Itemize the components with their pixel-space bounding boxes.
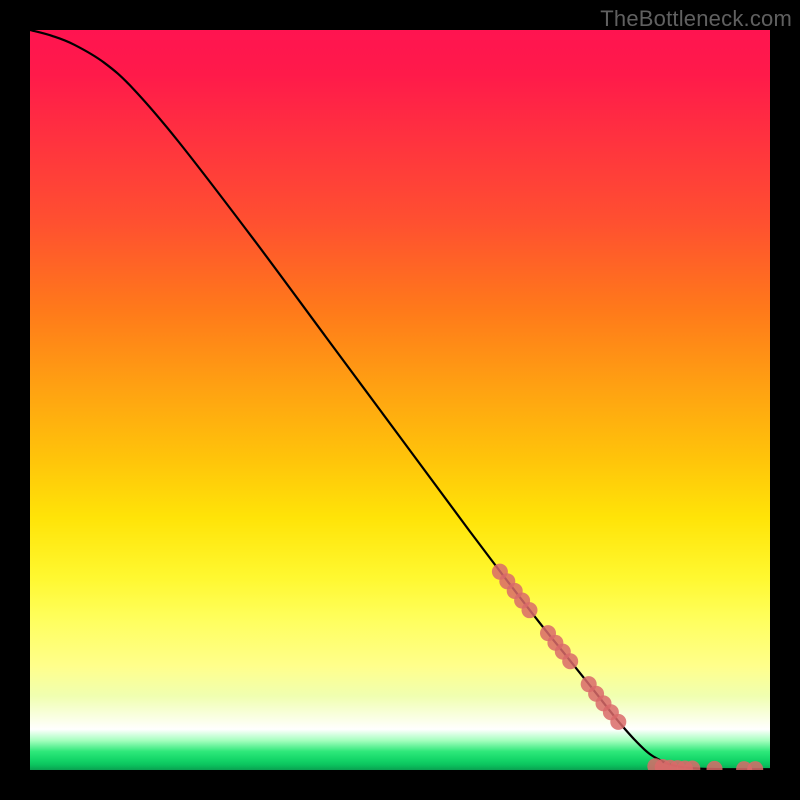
bottleneck-curve: [30, 30, 770, 769]
chart-container: TheBottleneck.com: [0, 0, 800, 800]
curve-marker: [562, 653, 578, 669]
chart-svg: [30, 30, 770, 770]
curve-marker: [707, 761, 723, 770]
plot-outer: [30, 30, 770, 770]
watermark-text: TheBottleneck.com: [600, 6, 792, 32]
markers-group: [492, 564, 763, 770]
curve-marker: [747, 761, 763, 770]
curve-marker: [610, 714, 626, 730]
curve-marker: [522, 602, 538, 618]
plot-area: [30, 30, 770, 770]
